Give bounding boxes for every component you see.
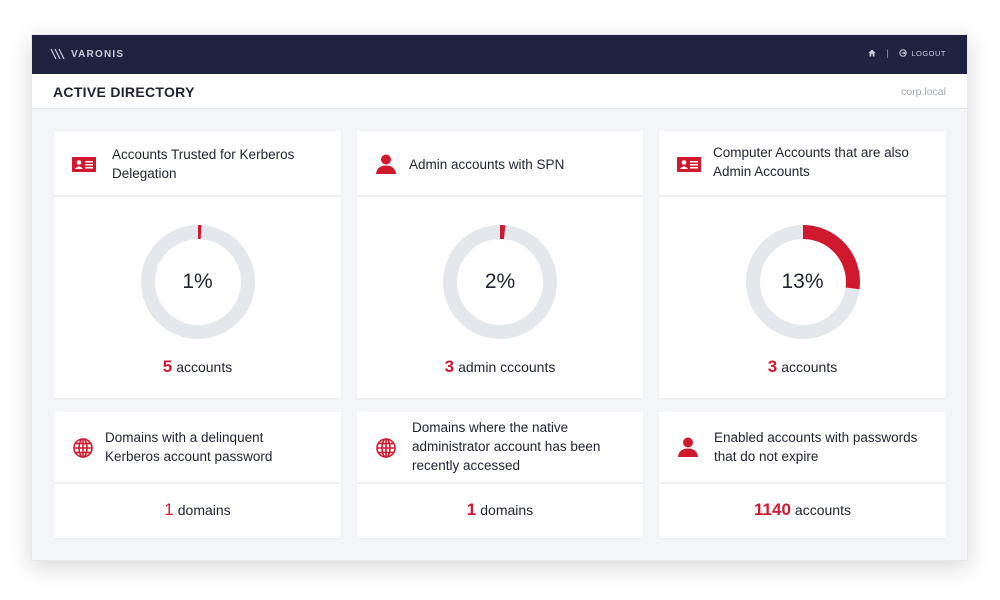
card-native-admin-accessed[interactable]: Domains where the native administrator a… (357, 412, 643, 538)
home-icon (868, 49, 876, 57)
stat-count: 3 (767, 357, 778, 376)
nav-separator: | (886, 48, 890, 58)
card-header: Accounts Trusted for Kerberos Delegation (54, 131, 341, 197)
id-card-icon (72, 157, 96, 172)
card-header: Admin accounts with SPN (357, 131, 643, 197)
globe-icon (72, 437, 94, 459)
donut-percent-label: 2% (484, 270, 516, 293)
card-computer-admin-accounts[interactable]: Computer Accounts that are also Admin Ac… (659, 131, 946, 398)
page-title: ACTIVE DIRECTORY (53, 84, 195, 100)
donut-chart: 13% (745, 224, 861, 340)
brand-name: VARONIS (71, 48, 125, 60)
home-button[interactable] (868, 49, 876, 57)
domain-name: corp.local (901, 86, 946, 98)
id-card-icon (677, 157, 701, 172)
stat-unit: accounts (781, 359, 838, 375)
stat-unit: accounts (794, 502, 851, 518)
card-title: Accounts Trusted for Kerberos Delegation (112, 147, 295, 181)
stat-count: 1 (466, 500, 477, 519)
donut-chart: 2% (442, 224, 558, 340)
logout-button[interactable]: LOGOUT (899, 49, 946, 58)
donut-percent-label: 1% (182, 270, 213, 293)
card-stat: 3 accounts (659, 357, 946, 377)
varonis-logo-icon (50, 48, 65, 60)
card-header: Computer Accounts that are also Admin Ac… (659, 131, 946, 197)
card-header: Enabled accounts with passwords that do … (659, 412, 946, 484)
card-title: Computer Accounts that are also Admin Ac… (713, 145, 909, 179)
app-window: VARONIS | LOGOUT ACTIVE DIRECTORY corp.l… (31, 34, 968, 561)
stat-unit: domains (480, 502, 534, 518)
stat-unit: accounts (176, 359, 233, 375)
donut-chart: 1% (140, 224, 256, 340)
stat-unit: admin cccounts (458, 359, 556, 375)
card-header: Domains where the native administrator a… (357, 412, 643, 484)
card-admin-spn[interactable]: Admin accounts with SPN 2% 3 admin cccoun… (357, 131, 643, 398)
card-title: Domains with a delinquent Kerberos accou… (105, 430, 273, 464)
card-title: Domains where the native administrator a… (412, 420, 601, 473)
brand-logo[interactable]: VARONIS (50, 48, 124, 60)
card-stat: 1 domains (54, 500, 341, 520)
top-navbar: VARONIS | LOGOUT (32, 35, 967, 74)
user-icon (375, 153, 397, 175)
stat-count: 1140 (754, 500, 791, 519)
card-passwords-never-expire[interactable]: Enabled accounts with passwords that do … (659, 412, 946, 538)
card-title: Admin accounts with SPN (409, 157, 565, 172)
logout-icon (899, 49, 908, 57)
page-header: ACTIVE DIRECTORY corp.local (32, 74, 967, 109)
stat-count: 1 (164, 500, 174, 519)
card-kerberos-delegation[interactable]: Accounts Trusted for Kerberos Delegation… (54, 131, 341, 398)
nav-actions: | LOGOUT (868, 48, 946, 58)
stat-count: 3 (444, 357, 455, 376)
card-header: Domains with a delinquent Kerberos accou… (54, 412, 341, 484)
logout-label: LOGOUT (911, 48, 946, 58)
card-stat: 5 accounts (54, 357, 341, 377)
card-stat: 1140 accounts (659, 500, 946, 520)
card-stat: 1 domains (357, 500, 643, 520)
card-stat: 3 admin cccounts (357, 357, 643, 377)
stat-count: 5 (162, 357, 173, 376)
donut-percent-label: 13% (781, 270, 824, 293)
stat-unit: domains (177, 502, 231, 518)
card-title: Enabled accounts with passwords that do … (714, 430, 918, 464)
user-icon (677, 436, 699, 458)
card-delinquent-kerberos[interactable]: Domains with a delinquent Kerberos accou… (54, 412, 341, 538)
globe-icon (375, 437, 397, 459)
